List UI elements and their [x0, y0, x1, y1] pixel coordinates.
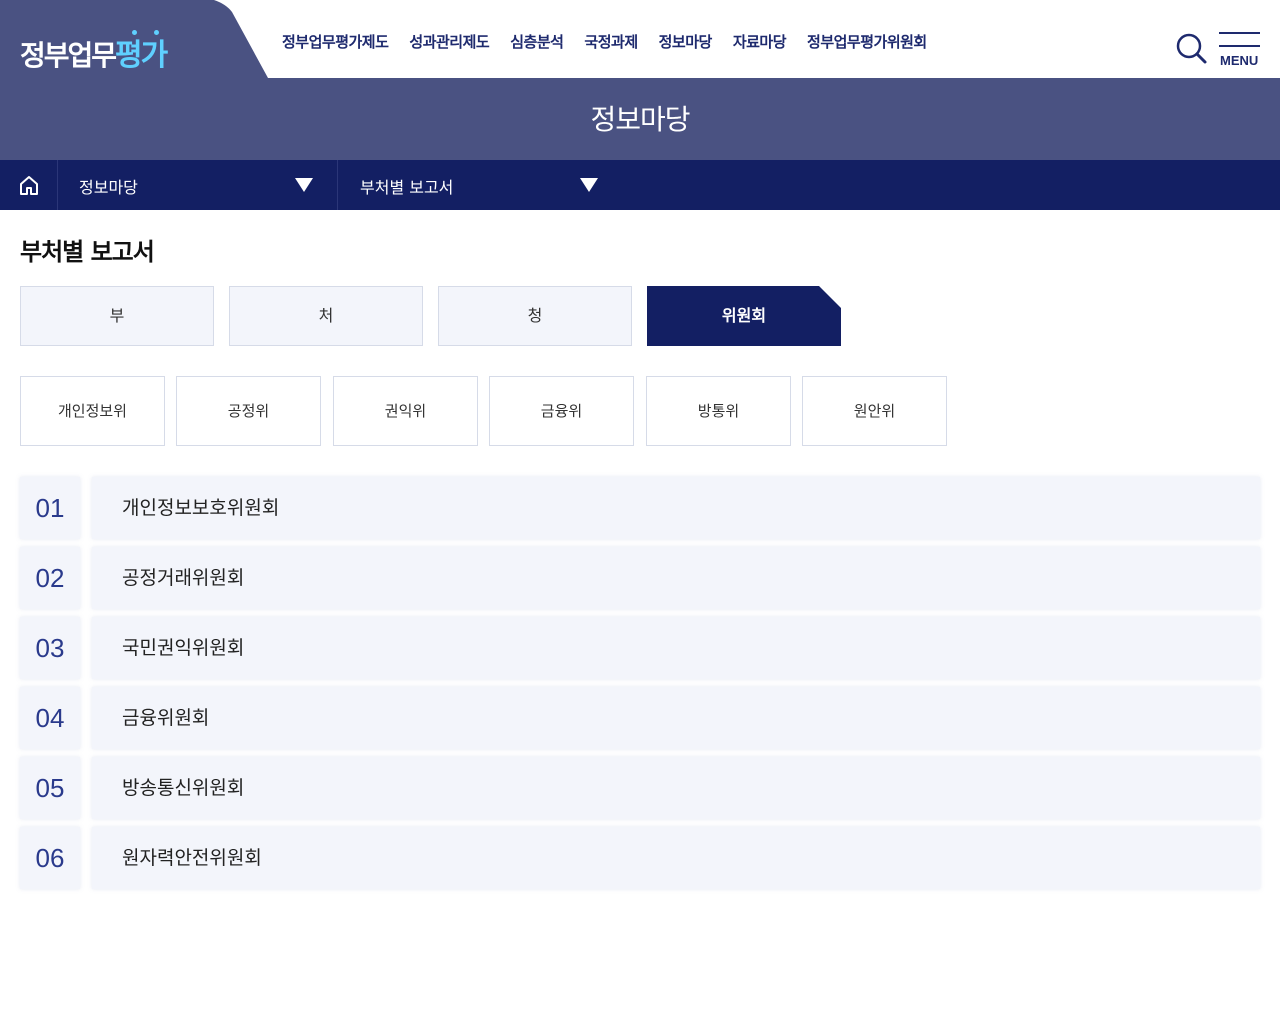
list-item[interactable]: 01 개인정보보호위원회: [20, 477, 1260, 539]
location-level2-label: 부처별 보고서: [360, 178, 454, 197]
subtab-nssc[interactable]: 원안위: [802, 376, 947, 446]
tab-agency-cheong[interactable]: 청: [438, 286, 632, 346]
site-logo[interactable]: 정부업무평가: [0, 0, 270, 78]
sub-visual-banner: 정보마당: [0, 78, 1280, 160]
nav-item-national-agenda[interactable]: 국정과제: [584, 31, 638, 52]
location-dropdown-level2[interactable]: 부처별 보고서: [339, 160, 619, 210]
subtab-acrc[interactable]: 권익위: [333, 376, 478, 446]
list-item-name: 원자력안전위원회: [92, 827, 1260, 889]
menu-button[interactable]: MENU: [1219, 32, 1261, 70]
tab-agency-cheo[interactable]: 처: [229, 286, 423, 346]
subtab-pipc[interactable]: 개인정보위: [20, 376, 165, 446]
nav-item-evaluation-committee[interactable]: 정부업무평가위원회: [807, 31, 927, 52]
search-icon: [1176, 33, 1207, 64]
list-item-name: 개인정보보호위원회: [92, 477, 1260, 539]
list-item[interactable]: 05 방송통신위원회: [20, 757, 1260, 819]
list-item-number: 01: [20, 477, 80, 539]
tab-ministry[interactable]: 부: [20, 286, 214, 346]
search-button[interactable]: [1174, 32, 1208, 66]
logo-accent-text: 평가: [115, 38, 168, 73]
subtab-kcc[interactable]: 방통위: [646, 376, 791, 446]
committee-subtabs: 개인정보위 공정위 권익위 금융위 방통위 원안위: [20, 376, 950, 446]
subtab-ftc[interactable]: 공정위: [176, 376, 321, 446]
home-icon: [20, 176, 38, 195]
list-item-number: 03: [20, 617, 80, 679]
home-button[interactable]: [0, 160, 58, 210]
list-item[interactable]: 06 원자력안전위원회: [20, 827, 1260, 889]
nav-item-in-depth-analysis[interactable]: 심층분석: [510, 31, 564, 52]
tab-committee-label: 위원회: [721, 306, 767, 325]
list-item-name: 공정거래위원회: [92, 547, 1260, 609]
banner-title: 정보마당: [590, 103, 690, 136]
nav-item-data-plaza[interactable]: 자료마당: [733, 31, 787, 52]
tab-committee[interactable]: 위원회: [647, 286, 841, 346]
location-dropdown-level1[interactable]: 정보마당: [58, 160, 338, 210]
menu-label: MENU: [1220, 53, 1259, 68]
nav-item-performance-management[interactable]: 성과관리제도: [409, 31, 489, 52]
category-tabs: 부 처 청 위원회: [20, 286, 850, 346]
list-item-number: 06: [20, 827, 80, 889]
tab-corner-decoration: [819, 286, 841, 308]
chevron-down-icon: [580, 178, 598, 192]
nav-item-info-plaza[interactable]: 정보마당: [659, 31, 713, 52]
list-item[interactable]: 03 국민권익위원회: [20, 617, 1260, 679]
list-item-name: 금융위원회: [92, 687, 1260, 749]
nav-item-evaluation-system[interactable]: 정부업무평가제도: [282, 31, 389, 52]
list-item-number: 05: [20, 757, 80, 819]
list-item-number: 02: [20, 547, 80, 609]
location-bar: 정보마당 부처별 보고서: [0, 160, 1280, 210]
list-item[interactable]: 02 공정거래위원회: [20, 547, 1260, 609]
location-level1-label: 정보마당: [79, 178, 138, 197]
list-item-name: 국민권익위원회: [92, 617, 1260, 679]
global-nav: 정부업무평가제도 성과관리제도 심층분석 국정과제 정보마당 자료마당 정부업무…: [282, 31, 948, 52]
list-item-name: 방송통신위원회: [92, 757, 1260, 819]
subtab-fsc[interactable]: 금융위: [489, 376, 634, 446]
site-header: 정부업무평가 정부업무평가제도 성과관리제도 심층분석 국정과제 정보마당 자료…: [0, 0, 1280, 78]
logo-text: 정부업무평가: [20, 30, 168, 74]
menu-bar-icon: [1219, 32, 1260, 34]
menu-bar-icon: [1219, 45, 1260, 47]
chevron-down-icon: [295, 178, 313, 192]
list-item[interactable]: 04 금융위원회: [20, 687, 1260, 749]
logo-main-text: 정부업무: [20, 39, 117, 72]
page-title: 부처별 보고서: [20, 238, 155, 266]
list-item-number: 04: [20, 687, 80, 749]
